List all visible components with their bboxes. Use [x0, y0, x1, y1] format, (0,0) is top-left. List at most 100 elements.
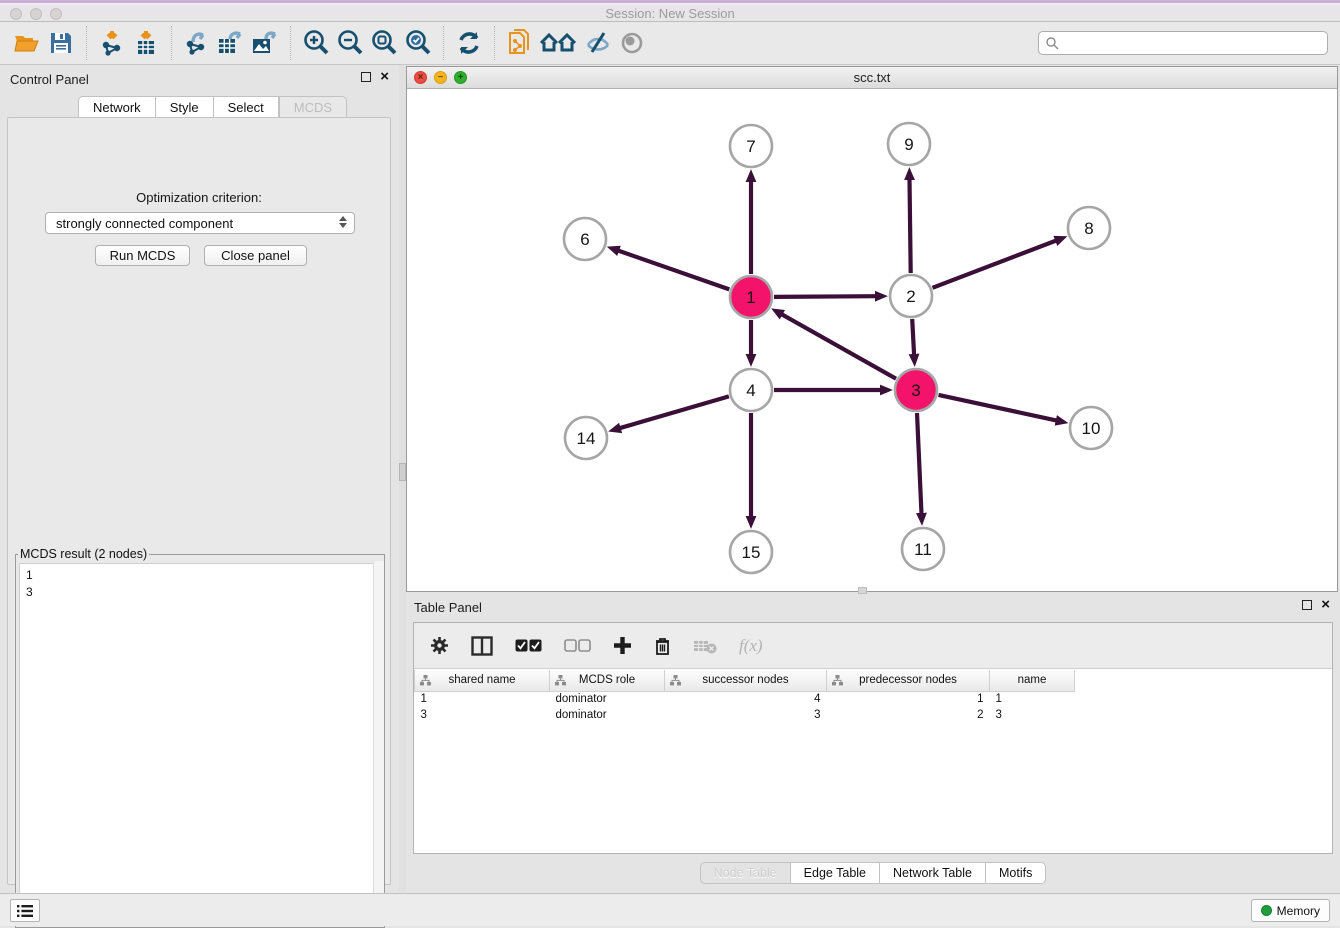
criterion-dropdown-value: strongly connected component	[56, 216, 233, 231]
tab-select[interactable]: Select	[214, 96, 279, 118]
column-header-shared-name[interactable]: shared name	[415, 670, 550, 691]
cell-shared-name[interactable]: 3	[415, 707, 550, 723]
cell-predecessor-nodes[interactable]: 1	[827, 691, 990, 707]
tab-network-table[interactable]: Network Table	[880, 862, 986, 884]
zoom-fit-button[interactable]	[367, 26, 401, 60]
task-history-button[interactable]	[10, 899, 40, 922]
network-graph[interactable]: 7968124314101511	[407, 89, 1337, 592]
mcds-result-text[interactable]: 1 3	[19, 563, 381, 920]
import-table-button[interactable]	[129, 26, 163, 60]
show-panel-button[interactable]	[615, 26, 649, 60]
tab-network[interactable]: Network	[78, 96, 156, 118]
float-table-panel-icon[interactable]	[1302, 600, 1312, 610]
graph-edge-4-14[interactable]	[620, 396, 729, 428]
table-row[interactable]: 1 dominator 4 1 1	[415, 691, 1075, 707]
export-image-button[interactable]	[248, 26, 282, 60]
delete-table-icon[interactable]	[693, 638, 717, 654]
run-mcds-button[interactable]: Run MCDS	[95, 245, 190, 266]
tree-icon	[555, 675, 566, 686]
tree-icon	[832, 675, 843, 686]
column-header-mcds-role[interactable]: MCDS role	[550, 670, 665, 691]
graph-edge-2-3[interactable]	[912, 319, 914, 355]
column-header-successor-nodes[interactable]: successor nodes	[665, 670, 827, 691]
toolbar-separator	[443, 26, 444, 60]
network-window-titlebar[interactable]: × − + scc.txt	[407, 67, 1337, 89]
cell-name[interactable]: 3	[990, 707, 1075, 723]
toggle-column-view-icon[interactable]	[471, 636, 493, 656]
table-panel: Table Panel ×	[406, 596, 1340, 892]
tab-node-table[interactable]: Node Table	[700, 862, 791, 884]
cell-mcds-role[interactable]: dominator	[550, 691, 665, 707]
table-header-row[interactable]: shared name MCDS role successor nodes pr…	[415, 670, 1075, 691]
graph-edge-1-2[interactable]	[774, 296, 876, 297]
column-header-predecessor-nodes[interactable]: predecessor nodes	[827, 670, 990, 691]
graph-edge-3-10[interactable]	[939, 395, 1057, 421]
cell-mcds-role[interactable]: dominator	[550, 707, 665, 723]
zoom-selected-button[interactable]	[401, 26, 435, 60]
cell-successor-nodes[interactable]: 4	[665, 691, 827, 707]
horizontal-splitter-handle[interactable]	[858, 587, 867, 594]
export-table-icon	[216, 30, 246, 56]
criterion-dropdown[interactable]: strongly connected component	[45, 212, 355, 234]
export-table-button[interactable]	[214, 26, 248, 60]
vertical-splitter[interactable]	[399, 65, 406, 892]
open-file-button[interactable]	[10, 26, 44, 60]
zoom-out-icon	[336, 29, 364, 57]
zoom-out-button[interactable]	[333, 26, 367, 60]
zoom-selected-icon	[404, 29, 432, 57]
search-icon	[1045, 36, 1059, 50]
cell-successor-nodes[interactable]: 3	[665, 707, 827, 723]
export-image-icon	[250, 30, 280, 56]
apply-layout-button[interactable]	[452, 26, 486, 60]
tab-edge-table[interactable]: Edge Table	[791, 862, 880, 884]
cell-shared-name[interactable]: 1	[415, 691, 550, 707]
node-table[interactable]: shared name MCDS role successor nodes pr…	[414, 670, 1075, 723]
main-toolbar	[0, 22, 1340, 65]
graph-edge-1-6[interactable]	[618, 251, 729, 290]
tab-mcds[interactable]: MCDS	[279, 96, 347, 118]
zoom-in-button[interactable]	[299, 26, 333, 60]
close-panel-icon[interactable]: ×	[380, 72, 389, 82]
graph-node-label-9: 9	[904, 135, 913, 154]
cell-name[interactable]: 1	[990, 691, 1075, 707]
add-column-icon[interactable]	[613, 636, 632, 655]
import-network-button[interactable]	[95, 26, 129, 60]
delete-column-icon[interactable]	[654, 636, 671, 656]
network-canvas[interactable]: 7968124314101511	[407, 89, 1337, 591]
settings-gear-icon[interactable]	[430, 636, 449, 655]
table-panel-box: f(x) shared name MCDS role	[413, 622, 1333, 854]
vertical-splitter-handle[interactable]	[399, 463, 406, 481]
column-header-name[interactable]: name	[990, 670, 1075, 691]
new-network-button[interactable]	[503, 26, 537, 60]
graph-edge-3-1[interactable]	[782, 314, 897, 379]
graph-edge-2-9[interactable]	[910, 179, 911, 273]
tab-motifs[interactable]: Motifs	[986, 862, 1046, 884]
save-session-button[interactable]	[44, 26, 78, 60]
table-row[interactable]: 3 dominator 3 2 3	[415, 707, 1075, 723]
control-panel-tabs: Network Style Select MCDS	[78, 96, 347, 118]
graph-node-label-1: 1	[746, 288, 755, 307]
deselect-all-rows-icon[interactable]	[564, 639, 591, 652]
memory-button[interactable]: Memory	[1251, 899, 1330, 922]
export-network-button[interactable]	[180, 26, 214, 60]
float-panel-icon[interactable]	[361, 72, 371, 82]
graph-node-label-11: 11	[914, 540, 932, 559]
graph-edge-2-8[interactable]	[933, 241, 1057, 288]
function-builder-icon[interactable]: f(x)	[739, 636, 763, 656]
search-input[interactable]	[1059, 33, 1327, 53]
save-session-icon	[49, 31, 73, 55]
result-scrollbar[interactable]	[373, 561, 384, 923]
control-panel: Control Panel × Network Style Select MCD…	[0, 65, 399, 892]
close-table-panel-icon[interactable]: ×	[1321, 600, 1330, 610]
close-panel-button[interactable]: Close panel	[204, 245, 307, 266]
graph-node-label-6: 6	[580, 230, 589, 249]
select-all-rows-icon[interactable]	[515, 639, 542, 652]
search-box[interactable]	[1038, 31, 1328, 55]
network-view-window: × − + scc.txt 7968124314101511	[406, 66, 1338, 592]
hide-panel-button[interactable]	[581, 26, 615, 60]
cell-predecessor-nodes[interactable]: 2	[827, 707, 990, 723]
table-panel-title: Table Panel	[414, 600, 482, 615]
show-all-networks-button[interactable]	[537, 26, 581, 60]
graph-edge-3-11[interactable]	[917, 413, 922, 514]
tab-style[interactable]: Style	[156, 96, 214, 118]
